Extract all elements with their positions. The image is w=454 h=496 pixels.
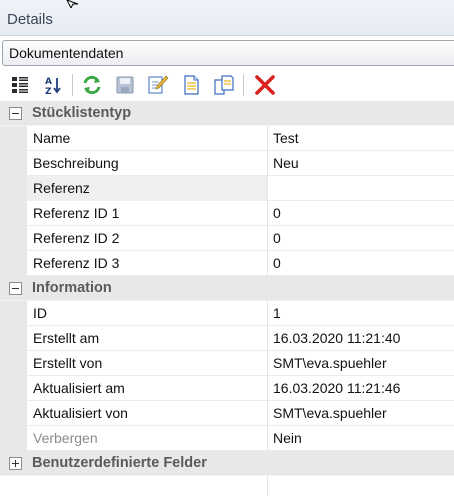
toolbar: A Z <box>0 69 454 101</box>
category-label: Benutzerdefinierte Felder <box>32 455 207 471</box>
sort-alphabetical-button[interactable]: A Z <box>42 74 64 96</box>
toolbar-separator <box>72 74 73 96</box>
panel-title-bar: Details <box>0 0 454 36</box>
property-value[interactable]: 0 <box>268 251 454 276</box>
data-type-dropdown-value: Dokumentendaten <box>9 45 124 61</box>
property-value[interactable]: Nein <box>268 426 454 451</box>
category-label: Stücklistentyp <box>32 105 132 121</box>
refresh-button[interactable] <box>81 74 103 96</box>
property-row[interactable]: ID 1 <box>0 301 454 326</box>
property-row[interactable]: Beschreibung Neu <box>0 151 454 176</box>
property-row[interactable]: Verbergen Nein <box>0 426 454 451</box>
property-name: Referenz ID 3 <box>33 255 120 271</box>
delete-button[interactable] <box>254 74 276 96</box>
mouse-cursor-icon <box>66 0 79 8</box>
property-value[interactable]: 1 <box>268 301 454 326</box>
category-label: Information <box>32 280 112 296</box>
svg-text:Z: Z <box>45 87 52 95</box>
property-name: Beschreibung <box>33 155 119 171</box>
copy-document-button[interactable] <box>213 74 235 96</box>
categorized-icon <box>12 77 28 93</box>
property-name: Name <box>33 130 71 146</box>
property-row[interactable]: Erstellt von SMT\eva.spuehler <box>0 351 454 376</box>
svg-text:A: A <box>45 77 52 87</box>
collapse-icon[interactable] <box>9 107 22 120</box>
property-row[interactable]: Name Test <box>0 126 454 151</box>
panel-title: Details <box>7 11 53 28</box>
expand-icon[interactable] <box>9 457 22 470</box>
property-row[interactable]: Referenz ID 3 0 <box>0 251 454 276</box>
category-stuecklistentyp[interactable]: Stücklistentyp <box>0 101 454 126</box>
property-name: Verbergen <box>33 430 98 446</box>
property-name: Aktualisiert am <box>33 380 125 396</box>
property-name: Referenz ID 2 <box>33 230 120 246</box>
property-value[interactable]: 0 <box>268 226 454 251</box>
grid-empty-area <box>0 476 454 496</box>
property-name: Erstellt am <box>33 330 100 346</box>
refresh-icon <box>83 75 101 95</box>
new-document-button[interactable] <box>180 74 202 96</box>
sort-alphabetical-icon: A Z <box>45 77 61 95</box>
property-name: Referenz ID 1 <box>33 205 120 221</box>
property-row-selected[interactable]: Referenz <box>0 176 454 201</box>
data-type-dropdown[interactable]: Dokumentendaten <box>2 40 454 66</box>
copy-icon <box>214 75 234 95</box>
property-value[interactable]: Test <box>268 126 454 151</box>
property-value[interactable] <box>268 176 454 201</box>
property-name: Erstellt von <box>33 355 103 371</box>
property-row[interactable]: Referenz ID 2 0 <box>0 226 454 251</box>
property-row[interactable]: Aktualisiert von SMT\eva.spuehler <box>0 401 454 426</box>
property-value[interactable]: SMT\eva.spuehler <box>268 401 454 426</box>
category-information[interactable]: Information <box>0 276 454 301</box>
category-benutzerdefinierte-felder[interactable]: Benutzerdefinierte Felder <box>0 451 454 476</box>
property-row[interactable]: Referenz ID 1 0 <box>0 201 454 226</box>
property-value[interactable]: 16.03.2020 11:21:46 <box>268 376 454 401</box>
save-icon <box>116 76 134 94</box>
property-value[interactable]: SMT\eva.spuehler <box>268 351 454 376</box>
delete-icon <box>255 75 275 95</box>
categorized-view-button[interactable] <box>9 74 31 96</box>
property-row[interactable]: Aktualisiert am 16.03.2020 11:21:46 <box>0 376 454 401</box>
property-name: Aktualisiert von <box>33 405 128 421</box>
edit-icon <box>148 75 169 94</box>
collapse-icon[interactable] <box>9 282 22 295</box>
property-grid: Stücklistentyp Name Test Beschreibung Ne… <box>0 101 454 496</box>
edit-button[interactable] <box>147 74 169 96</box>
property-row[interactable]: Erstellt am 16.03.2020 11:21:40 <box>0 326 454 351</box>
property-name: Referenz <box>27 176 267 201</box>
document-icon <box>184 75 199 95</box>
property-value[interactable]: Neu <box>268 151 454 176</box>
toolbar-separator <box>243 74 244 96</box>
property-value[interactable]: 0 <box>268 201 454 226</box>
property-name: ID <box>33 305 47 321</box>
property-value[interactable]: 16.03.2020 11:21:40 <box>268 326 454 351</box>
save-button[interactable] <box>114 74 136 96</box>
